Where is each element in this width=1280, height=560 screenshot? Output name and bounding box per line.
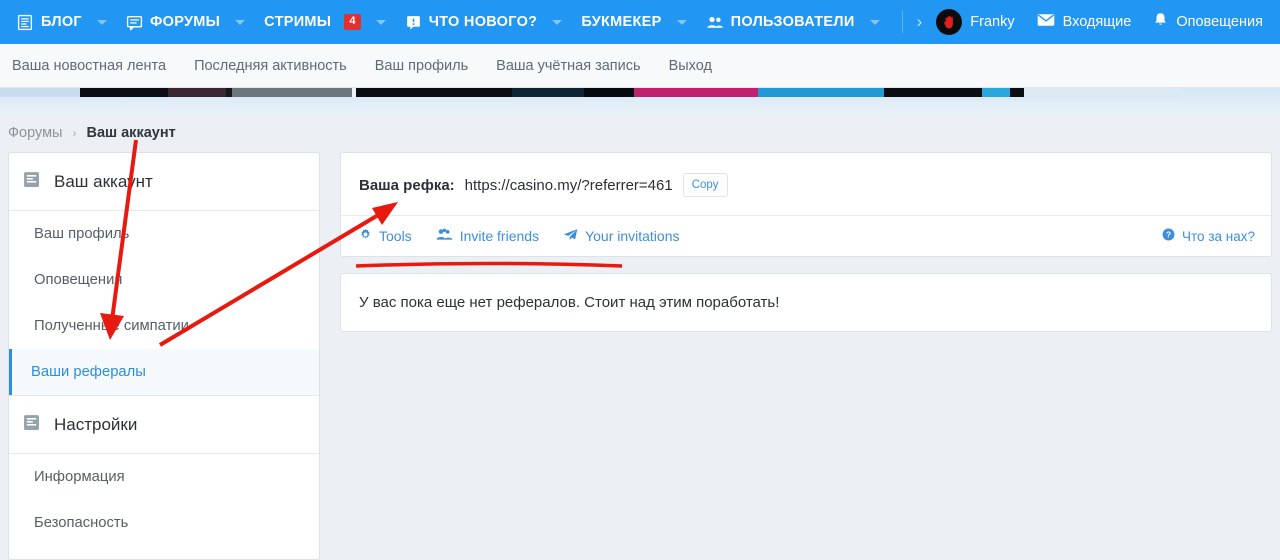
referral-card: Ваша рефка: https://casino.my/?referrer=…: [340, 152, 1272, 257]
help-link[interactable]: ? Что за нах?: [1162, 228, 1255, 244]
list-document-icon: [23, 414, 40, 436]
page-body: Ваш аккаунт Ваш профиль Оповещения Получ…: [0, 152, 1280, 560]
nav-item-blog-label: БЛОГ: [41, 14, 82, 30]
invite-friends-link-label: Invite friends: [459, 228, 540, 244]
nav-item-blog[interactable]: БЛОГ: [14, 0, 85, 44]
paper-plane-icon: [563, 228, 578, 244]
breadcrumb-root[interactable]: Форумы: [8, 125, 62, 141]
sidebar: Ваш аккаунт Ваш профиль Оповещения Получ…: [8, 152, 320, 560]
invite-friends-link[interactable]: Invite friends: [436, 228, 539, 244]
subnav-item-recent-activity[interactable]: Последняя активность: [194, 58, 347, 74]
banner-segment[interactable]: [634, 88, 758, 97]
navbar-divider: [901, 11, 903, 33]
tools-link-label: Tools: [379, 228, 412, 244]
tools-link[interactable]: Tools: [359, 228, 412, 244]
sidebar-section-header-account: Ваш аккаунт: [9, 153, 319, 211]
subnav-item-your-profile[interactable]: Ваш профиль: [375, 58, 468, 74]
gear-icon: [359, 228, 372, 244]
your-invitations-link[interactable]: Your invitations: [563, 228, 680, 244]
nav-alerts-label: Оповещения: [1176, 14, 1263, 30]
navbar-overflow-chevron-icon[interactable]: ›: [917, 12, 923, 32]
chevron-down-icon[interactable]: [96, 19, 107, 25]
bell-icon: [1153, 12, 1168, 32]
top-navbar: БЛОГ ФОРУМЫ СТРИМЫ 4 ЧТО НОВОГО? БУКМЕКЕ…: [0, 0, 1280, 44]
sidebar-item-privacy[interactable]: Конфиденциальность: [9, 546, 319, 559]
banner-segment[interactable]: [0, 88, 80, 97]
sidebar-item-security[interactable]: Безопасность: [9, 500, 319, 546]
breadcrumb: Форумы › Ваш аккаунт: [0, 114, 1280, 152]
banner-segment[interactable]: [584, 88, 634, 97]
banner-segment[interactable]: [356, 88, 512, 97]
nav-item-users-label: ПОЛЬЗОВАТЕЛИ: [730, 14, 855, 30]
users-icon: [706, 14, 724, 31]
referral-label: Ваша рефка:: [359, 176, 455, 194]
referral-links-row: Tools Invite friends Your invitations ? …: [341, 215, 1271, 256]
nav-item-whats-new[interactable]: ЧТО НОВОГО?: [402, 0, 541, 44]
breadcrumb-current: Ваш аккаунт: [86, 125, 176, 141]
chevron-down-icon[interactable]: [552, 19, 563, 25]
subnav-item-news-feed[interactable]: Ваша новостная лента: [12, 58, 166, 74]
nav-item-whats-new-label: ЧТО НОВОГО?: [428, 14, 538, 30]
nav-item-streams-label: СТРИМЫ: [264, 14, 332, 30]
sidebar-item-your-referrals[interactable]: Ваши рефералы: [9, 349, 319, 395]
banner-strip: [0, 88, 1280, 114]
forums-comment-icon: [126, 14, 143, 31]
subnav-item-logout[interactable]: Выход: [669, 58, 712, 74]
sidebar-item-information[interactable]: Информация: [9, 454, 319, 500]
banner-segment[interactable]: [232, 88, 352, 97]
nav-item-users[interactable]: ПОЛЬЗОВАТЕЛИ: [703, 0, 858, 44]
breadcrumb-separator-icon: ›: [72, 126, 77, 140]
your-invitations-link-label: Your invitations: [585, 228, 680, 244]
nav-item-bookmaker-label: БУКМЕКЕР: [581, 14, 662, 30]
secondary-navbar: Ваша новостная лента Последняя активност…: [0, 44, 1280, 88]
sidebar-section-title: Настройки: [54, 414, 138, 434]
banner-segment[interactable]: [168, 88, 226, 97]
nav-inbox[interactable]: Входящие: [1037, 13, 1132, 31]
banner-segment[interactable]: [884, 88, 982, 97]
question-circle-icon: ?: [1162, 228, 1175, 244]
nav-item-streams[interactable]: СТРИМЫ 4: [261, 0, 364, 44]
nav-user-menu[interactable]: Franky: [936, 9, 1015, 35]
chevron-down-icon[interactable]: [375, 19, 386, 25]
copy-button[interactable]: Copy: [682, 173, 728, 197]
banner-segment[interactable]: [1010, 88, 1024, 97]
nav-user-name: Franky: [970, 14, 1015, 30]
red-hand-icon: [943, 15, 953, 28]
chevron-down-icon[interactable]: [676, 19, 687, 25]
chevron-down-icon[interactable]: [235, 19, 246, 25]
avatar: [936, 9, 963, 35]
sidebar-item-likes-received[interactable]: Полученные симпатии: [9, 303, 319, 349]
referral-row: Ваша рефка: https://casino.my/?referrer=…: [341, 153, 1271, 215]
list-document-icon: [23, 171, 40, 193]
envelope-icon: [1037, 13, 1055, 31]
banner-segment[interactable]: [512, 88, 584, 97]
nav-item-forums[interactable]: ФОРУМЫ: [123, 0, 223, 44]
banner-segment[interactable]: [1024, 88, 1180, 97]
nav-alerts[interactable]: Оповещения: [1153, 12, 1263, 32]
svg-text:?: ?: [1166, 230, 1171, 240]
subnav-item-your-account[interactable]: Ваша учётная запись: [496, 58, 640, 74]
chevron-down-icon[interactable]: [869, 19, 880, 25]
sidebar-item-alerts[interactable]: Оповещения: [9, 257, 319, 303]
banner-segment[interactable]: [758, 88, 884, 97]
nav-inbox-label: Входящие: [1062, 14, 1132, 30]
sidebar-section-header-settings: Настройки: [9, 396, 319, 454]
whats-new-icon: [405, 14, 422, 31]
blog-book-icon: [17, 14, 34, 31]
help-link-label: Что за нах?: [1182, 228, 1255, 244]
sidebar-item-your-profile[interactable]: Ваш профиль: [9, 211, 319, 257]
banner-segment[interactable]: [80, 88, 168, 97]
empty-referrals-card: У вас пока еще нет рефералов. Стоит над …: [340, 273, 1272, 332]
streams-count-badge: 4: [344, 14, 361, 30]
banner-segment[interactable]: [982, 88, 1010, 97]
nav-item-forums-label: ФОРУМЫ: [149, 14, 221, 30]
referral-url: https://casino.my/?referrer=461: [464, 176, 673, 194]
sidebar-section-title: Ваш аккаунт: [54, 171, 153, 191]
users-group-icon: [436, 228, 453, 244]
nav-item-bookmaker[interactable]: БУКМЕКЕР: [578, 0, 664, 44]
main-content: Ваша рефка: https://casino.my/?referrer=…: [340, 152, 1272, 560]
empty-referrals-message: У вас пока еще нет рефералов. Стоит над …: [359, 294, 780, 311]
